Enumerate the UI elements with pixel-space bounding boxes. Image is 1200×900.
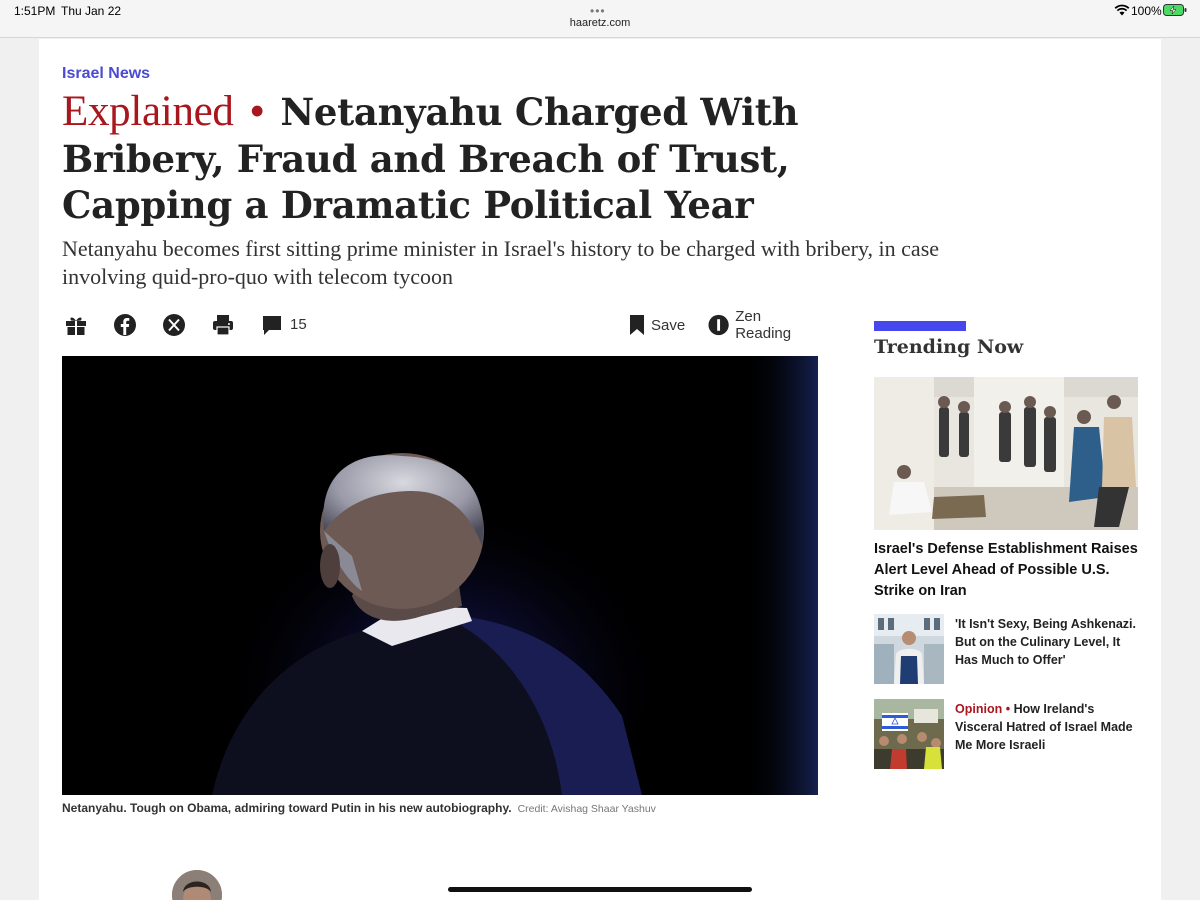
trending-title: Trending Now <box>874 336 1024 358</box>
image-caption: Netanyahu. Tough on Obama, admiring towa… <box>62 801 656 815</box>
zen-reading-button[interactable]: Zen Reading <box>708 308 818 342</box>
bookmark-icon <box>630 315 644 335</box>
print-icon[interactable] <box>211 313 235 337</box>
caption-text: Netanyahu. Tough on Obama, admiring towa… <box>62 801 512 815</box>
multitasking-dots-icon[interactable]: ••• <box>590 4 606 18</box>
comment-icon[interactable] <box>260 313 284 337</box>
comment-count[interactable]: 15 <box>290 316 307 333</box>
opinion-separator: • <box>1005 702 1011 716</box>
wifi-icon <box>1114 4 1130 16</box>
article-headline: Explained • Netanyahu Charged With Bribe… <box>62 89 942 228</box>
home-indicator[interactable] <box>448 887 752 892</box>
save-label: Save <box>651 316 686 334</box>
trending-main-headline[interactable]: Israel's Defense Establishment Raises Al… <box>874 539 1144 602</box>
status-date: Thu Jan 22 <box>61 4 122 18</box>
zen-reading-label: Zen Reading <box>735 308 792 342</box>
battery-percentage: 100% <box>1131 4 1162 18</box>
article-hero-image[interactable] <box>62 356 818 795</box>
article-toolbar: 15 Save Zen Reading <box>62 308 818 342</box>
gift-icon[interactable] <box>64 313 88 337</box>
trending-item-1-title: 'It Isn't Sexy, Being Ashkenazi. But on … <box>955 617 1136 667</box>
headline-kicker: Explained <box>62 88 234 135</box>
author-avatar[interactable] <box>172 870 222 900</box>
url-bar[interactable]: haaretz.com <box>0 17 1200 29</box>
opinion-label: Opinion <box>955 702 1003 716</box>
status-time: 1:51PM <box>14 4 56 18</box>
status-bar: 1:51PM Thu Jan 22 ••• haaretz.com 100% <box>0 0 1200 38</box>
protest-photo <box>874 699 944 769</box>
shelter-photo <box>874 377 1138 530</box>
kicker-separator: • <box>246 91 268 134</box>
chef-photo <box>874 614 944 684</box>
trending-item-2-headline[interactable]: Opinion • How Ireland's Visceral Hatred … <box>955 700 1145 754</box>
article-subhead: Netanyahu becomes first sitting prime mi… <box>62 236 940 289</box>
trending-main-image[interactable] <box>874 377 1138 530</box>
save-button[interactable]: Save <box>629 311 685 339</box>
trending-accent-bar <box>874 321 966 331</box>
author-photo <box>172 870 222 900</box>
trending-item-1-headline[interactable]: 'It Isn't Sexy, Being Ashkenazi. But on … <box>955 615 1145 669</box>
section-link[interactable]: Israel News <box>62 65 150 83</box>
trending-item-2-image[interactable] <box>874 699 944 769</box>
image-credit: Credit: Avishag Shaar Yashuv <box>517 803 656 815</box>
facebook-icon[interactable] <box>113 313 137 337</box>
netanyahu-photo <box>62 356 818 795</box>
trending-item-1-image[interactable] <box>874 614 944 684</box>
article-page: Israel News Explained • Netanyahu Charge… <box>39 39 1161 900</box>
zen-reading-icon <box>708 314 729 336</box>
battery-charging-icon <box>1163 4 1187 16</box>
x-icon[interactable] <box>162 313 186 337</box>
